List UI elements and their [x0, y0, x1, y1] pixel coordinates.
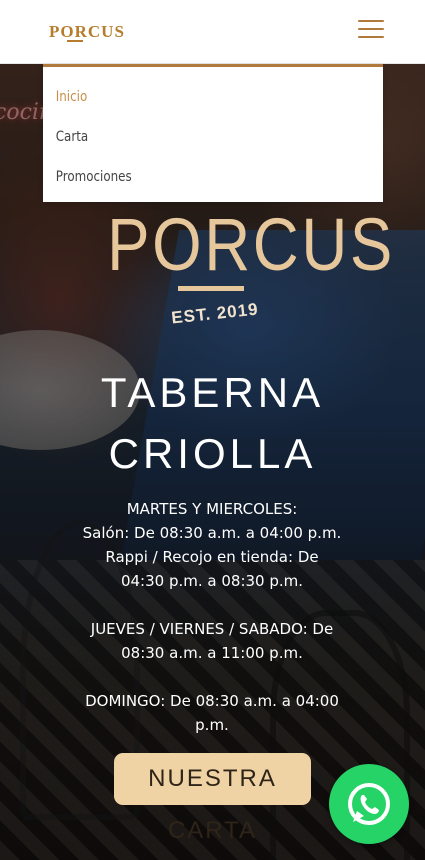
hours-line-sunday: DOMINGO: De 08:30 a.m. a 04:00 p.m. [85, 692, 339, 734]
hamburger-menu-icon[interactable] [358, 18, 384, 40]
menu-line [358, 20, 384, 22]
title-line-1: TABERNA [100, 369, 325, 416]
opening-hours: MARTES Y MIERCOLES: Salón: De 08:30 a.m.… [82, 497, 342, 737]
menu-item-carta[interactable]: Carta [43, 121, 332, 161]
nuestra-carta-button[interactable]: NUESTRA CARTA [114, 753, 311, 844]
menu-item-inicio[interactable]: Inicio [43, 81, 332, 121]
porcus-logo: PORCUS EST. 2019 [90, 200, 395, 330]
hours-line-rappi: Rappi / Recojo en tienda: De 04:30 p.m. … [105, 548, 319, 590]
whatsapp-glyph [348, 783, 390, 825]
top-bar: PORCUS [0, 0, 425, 64]
whatsapp-icon[interactable] [329, 764, 409, 844]
dropdown-menu: Inicio Carta Promociones [43, 64, 383, 202]
hours-line-thu-sat: JUEVES / VIERNES / SABADO: De 08:30 a.m.… [90, 620, 334, 662]
logo-underline [178, 286, 244, 291]
brand-logo[interactable]: PORCUS [49, 22, 124, 42]
brand-text: PORCUS [49, 22, 125, 41]
menu-line [358, 36, 384, 38]
logo-established: EST. 2019 [170, 299, 260, 328]
brand-underline [67, 40, 83, 42]
menu-line [358, 28, 384, 30]
title-line-2: CRIOLLA [108, 430, 317, 477]
menu-item-promociones[interactable]: Promociones [43, 161, 332, 201]
logo-wordmark: PORCUS [107, 203, 395, 286]
hours-line-tue-wed: MARTES Y MIERCOLES: [126, 500, 298, 518]
page-title: TABERNA CRIOLLA [0, 362, 425, 484]
hours-line-salon: Salón: De 08:30 a.m. a 04:00 p.m. [82, 524, 342, 542]
